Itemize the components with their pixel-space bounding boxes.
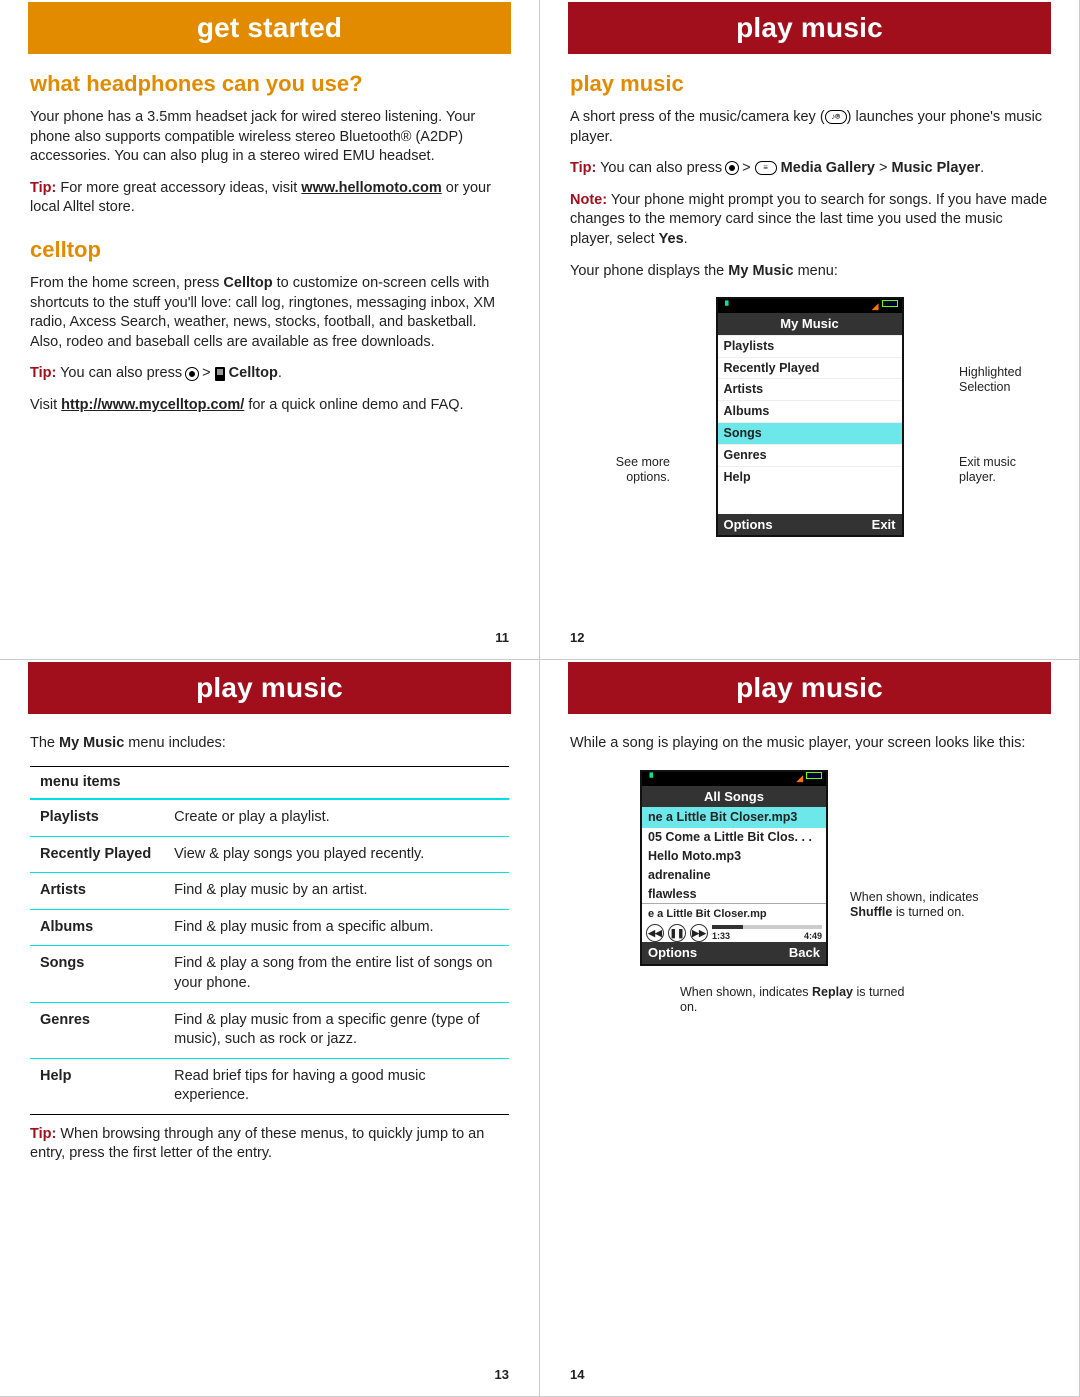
heading-play-music: play music	[570, 72, 1049, 96]
phone-nav-icon	[215, 367, 225, 381]
time-total: 4:49	[804, 930, 822, 942]
battery-icon	[806, 772, 822, 779]
screen-title: All Songs	[642, 786, 826, 808]
page-number: 11	[495, 629, 509, 647]
tip-label: Tip:	[30, 1126, 56, 1142]
table-row: SongsFind & play a song from the entire …	[30, 946, 509, 1002]
table-header: menu items	[30, 766, 509, 799]
section-banner: play music	[28, 662, 511, 714]
softkey-bar: Options Back	[642, 942, 826, 964]
page-number: 13	[495, 1366, 509, 1384]
headphones-body: Your phone has a 3.5mm headset jack for …	[30, 108, 509, 167]
section-banner: play music	[568, 2, 1051, 54]
table-row: PlaylistsCreate or play a playlist.	[30, 799, 509, 836]
menu-item: Albums	[718, 400, 902, 422]
softkey-left: Options	[648, 944, 697, 962]
tip-label: Tip:	[30, 180, 56, 196]
heading-headphones: what headphones can you use?	[30, 72, 509, 96]
screen-title: My Music	[718, 313, 902, 335]
table-row: HelpRead brief tips for having a good mu…	[30, 1058, 509, 1114]
callout-highlighted: Highlighted Selection	[959, 365, 1049, 395]
page-14: play music While a song is playing on th…	[540, 660, 1080, 1397]
now-playing-bar: ne a Little Bit Closer.mp3	[642, 807, 826, 828]
menu-item-selected: Songs	[718, 422, 902, 444]
softkey-bar: Options Exit	[718, 514, 902, 536]
menu-key-icon: ≡	[755, 161, 777, 175]
now-playing-title: e a Little Bit Closer.mp	[646, 906, 822, 924]
celltop-body: From the home screen, press Celltop to c…	[30, 274, 509, 352]
callout-options: See more options.	[580, 455, 670, 485]
my-music-includes: The My Music menu includes:	[30, 734, 509, 754]
phone-screenshot-my-music: ▝ ◢ My Music Playlists Recently Played A…	[716, 297, 904, 537]
menu-item: Artists	[718, 378, 902, 400]
page-number: 12	[570, 629, 584, 647]
now-playing-intro: While a song is playing on the music pla…	[570, 734, 1049, 754]
music-camera-key-icon: ♪⌾	[825, 110, 847, 124]
heading-celltop: celltop	[30, 238, 509, 262]
list-item: 05 Come a Little Bit Clos. . .	[642, 828, 826, 847]
rssi-icon: ◢	[872, 300, 879, 312]
signal-icon: ▝	[722, 300, 729, 312]
list-item: Hello Moto.mp3	[642, 847, 826, 866]
center-key-icon	[726, 162, 738, 174]
tip-label: Tip:	[570, 160, 596, 176]
table-row: GenresFind & play music from a specific …	[30, 1002, 509, 1058]
progress-bar: 1:33 4:49	[712, 925, 822, 942]
play-music-intro: A short press of the music/camera key (♪…	[570, 108, 1049, 147]
status-bar: ▝ ◢	[642, 772, 826, 786]
track-list: 05 Come a Little Bit Clos. . . Hello Mot…	[642, 828, 826, 904]
rssi-icon: ◢	[796, 772, 803, 784]
table-row: ArtistsFind & play music by an artist.	[30, 873, 509, 910]
next-icon: ▶▶	[690, 924, 708, 942]
callout-shuffle: When shown, indicates Shuffle is turned …	[850, 890, 1010, 920]
softkey-right: Exit	[872, 516, 896, 534]
status-bar: ▝ ◢	[718, 299, 902, 313]
list-item: flawless	[642, 885, 826, 904]
page-13: play music The My Music menu includes: m…	[0, 660, 540, 1397]
prev-icon: ◀◀	[646, 924, 664, 942]
table-row: AlbumsFind & play music from a specific …	[30, 909, 509, 946]
battery-icon	[882, 300, 898, 307]
tip-celltop-shortcut: Tip: You can also press > Celltop.	[30, 364, 509, 384]
page-number: 14	[570, 1366, 584, 1384]
note-label: Note:	[570, 192, 607, 208]
menu-items-table: menu items PlaylistsCreate or play a pla…	[30, 766, 509, 1115]
table-row: Recently PlayedView & play songs you pla…	[30, 836, 509, 873]
section-banner: get started	[28, 2, 511, 54]
callout-exit: Exit music player.	[959, 455, 1049, 485]
tip-label: Tip:	[30, 365, 56, 381]
signal-icon: ▝	[646, 772, 653, 784]
phone-displays: Your phone displays the My Music menu:	[570, 262, 1049, 282]
link-mycelltop[interactable]: http://www.mycelltop.com/	[61, 397, 244, 413]
player-controls: e a Little Bit Closer.mp ◀◀ ❚❚ ▶▶ 1:33 4…	[642, 903, 826, 942]
menu-item: Playlists	[718, 335, 902, 357]
tip-accessories: Tip: For more great accessory ideas, vis…	[30, 179, 509, 218]
note-search-songs: Note: Your phone might prompt you to sea…	[570, 191, 1049, 250]
page-11: get started what headphones can you use?…	[0, 0, 540, 660]
menu-item: Genres	[718, 444, 902, 466]
celltop-visit: Visit http://www.mycelltop.com/ for a qu…	[30, 396, 509, 416]
menu-item: Recently Played	[718, 357, 902, 379]
callout-replay: When shown, indicates Replay is turned o…	[680, 985, 910, 1015]
menu-item: Help	[718, 466, 902, 488]
time-elapsed: 1:33	[712, 930, 730, 942]
play-pause-icon: ❚❚	[668, 924, 686, 942]
phone-screenshot-player: ▝ ◢ All Songs ne a Little Bit Closer.mp3…	[640, 770, 828, 966]
softkey-left: Options	[724, 516, 773, 534]
tip-media-gallery: Tip: You can also press > ≡ Media Galler…	[570, 159, 1049, 179]
manual-spread: get started what headphones can you use?…	[0, 0, 1080, 1397]
list-item: adrenaline	[642, 866, 826, 885]
softkey-right: Back	[789, 944, 820, 962]
link-hellomoto[interactable]: www.hellomoto.com	[301, 180, 441, 196]
center-key-icon	[186, 368, 198, 380]
tip-jump-letter: Tip: When browsing through any of these …	[30, 1125, 509, 1164]
section-banner: play music	[568, 662, 1051, 714]
page-12: play music play music A short press of t…	[540, 0, 1080, 660]
